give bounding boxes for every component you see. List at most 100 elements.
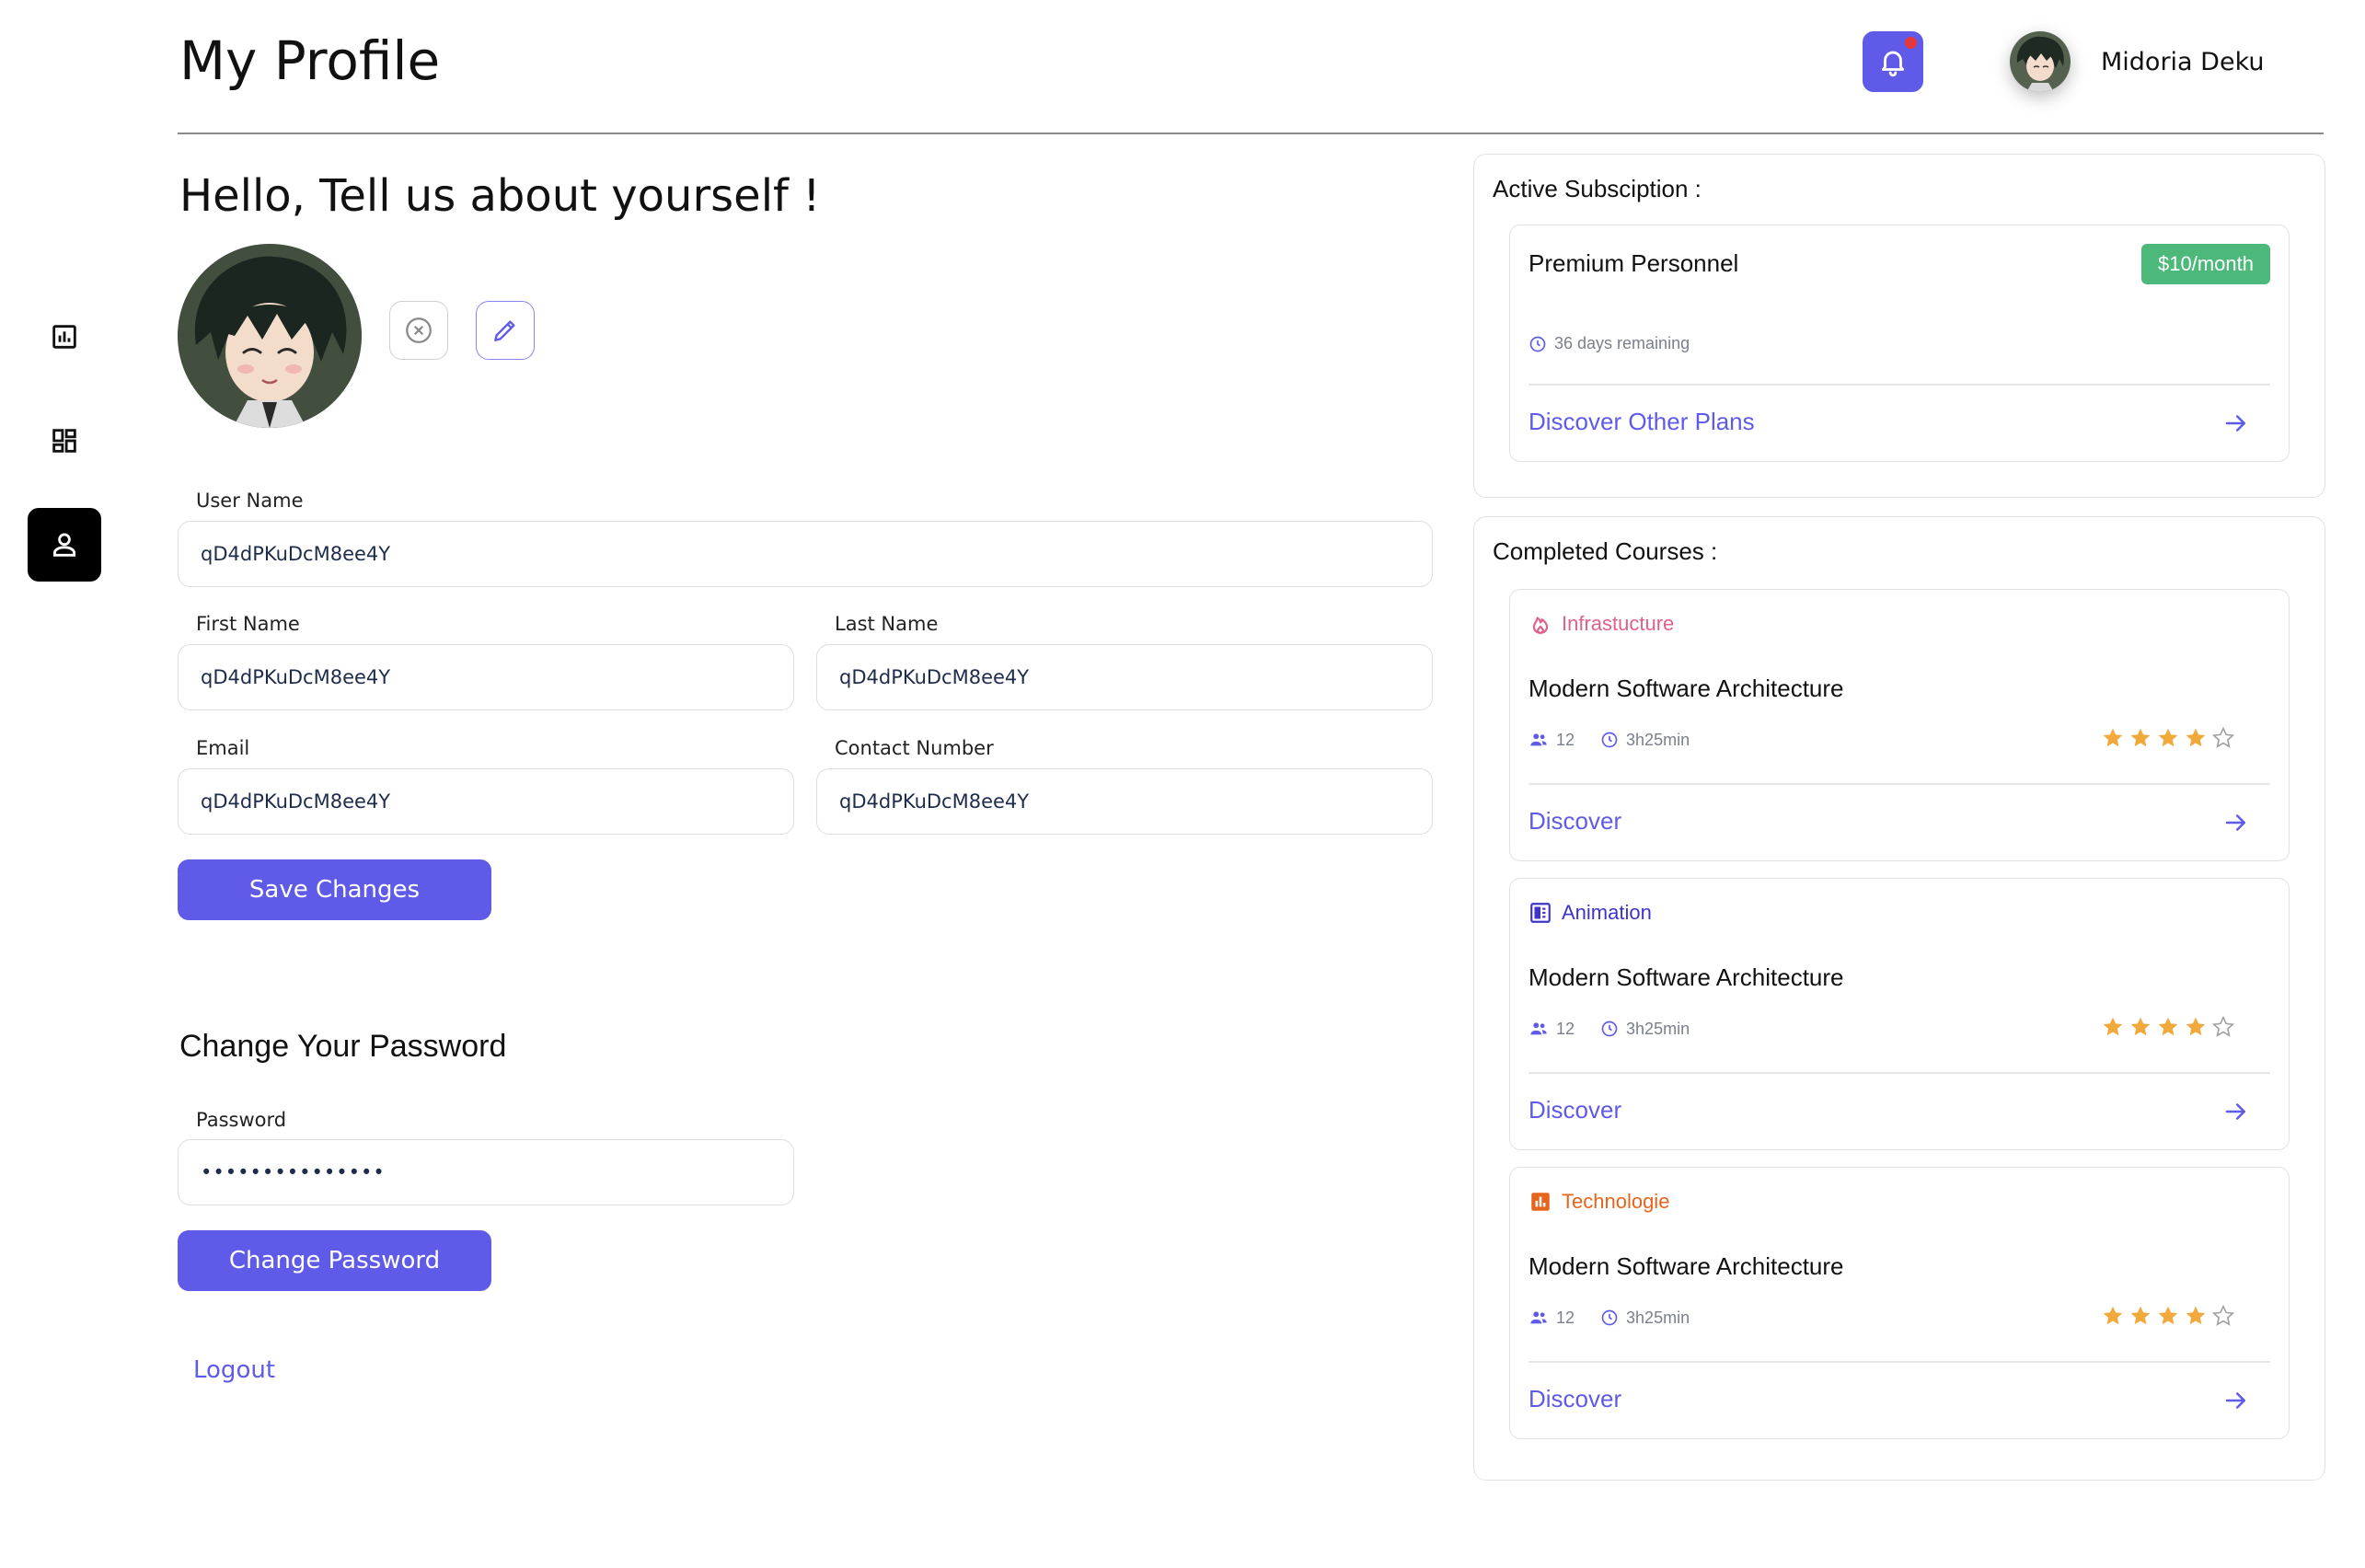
bar-chart-icon	[1531, 1193, 1550, 1211]
profile-heading: Hello, Tell us about yourself !	[179, 170, 821, 222]
change-password-button[interactable]: Change Password	[178, 1230, 491, 1291]
pencil-icon	[494, 320, 515, 341]
course-meta: 12 3h25min	[1529, 1308, 1690, 1328]
first-name-field[interactable]: qD4dPKuDcM8ee4Y	[178, 644, 794, 710]
last-name-field[interactable]: qD4dPKuDcM8ee4Y	[816, 644, 1433, 710]
subscription-title: Active Subsciption :	[1493, 175, 1702, 202]
student-count: 12	[1556, 1019, 1575, 1038]
save-changes-button[interactable]: Save Changes	[178, 859, 491, 920]
arrow-right-icon[interactable]	[2222, 1387, 2250, 1414]
email-field[interactable]: qD4dPKuDcM8ee4Y	[178, 768, 794, 835]
username-field[interactable]: qD4dPKuDcM8ee4Y	[178, 521, 1433, 587]
discover-plans-link[interactable]: Discover Other Plans	[1529, 408, 1755, 436]
star-filled-icon	[2158, 728, 2178, 747]
arrow-right-icon[interactable]	[2222, 1098, 2250, 1125]
star-filled-icon	[2103, 728, 2123, 747]
course-title: Modern Software Architecture	[1529, 674, 1844, 702]
card-divider	[1529, 783, 2270, 785]
username-label: User Name	[196, 490, 304, 512]
logout-link[interactable]: Logout	[193, 1356, 275, 1384]
discover-course-link[interactable]: Discover	[1529, 1096, 1621, 1124]
discover-course-link[interactable]: Discover	[1529, 807, 1621, 836]
star-filled-icon	[2158, 1017, 2178, 1036]
clock-icon	[1601, 1309, 1618, 1326]
star-filled-icon	[2158, 1306, 2178, 1325]
arrow-right-icon[interactable]	[2222, 809, 2250, 836]
password-label: Password	[196, 1109, 287, 1131]
change-password-heading: Change Your Password	[179, 1029, 507, 1064]
flame-icon	[1532, 617, 1549, 634]
star-filled-icon	[2130, 728, 2151, 747]
users-icon	[1530, 733, 1547, 746]
student-count: 12	[1556, 1308, 1575, 1327]
star-empty-icon	[2211, 1015, 2235, 1037]
bar-chart-icon	[52, 325, 76, 349]
course-category-label: Technologie	[1562, 1190, 1670, 1213]
star-filled-icon	[2186, 1306, 2206, 1325]
star-empty-icon	[2211, 726, 2235, 748]
subscription-panel: Active Subsciption : Premium Personnel $…	[1473, 154, 2325, 498]
star-empty-icon	[2211, 1304, 2235, 1326]
sidebar-item-profile[interactable]	[28, 508, 101, 582]
discover-course-link[interactable]: Discover	[1529, 1385, 1621, 1413]
card-divider	[1529, 1072, 2270, 1074]
user-icon	[52, 533, 76, 557]
user-name: Midoria Deku	[2101, 48, 2265, 76]
course-duration: 3h25min	[1626, 1308, 1690, 1327]
last-name-label: Last Name	[835, 613, 939, 635]
star-filled-icon	[2130, 1017, 2151, 1036]
users-icon	[1530, 1311, 1547, 1324]
course-duration: 3h25min	[1626, 1019, 1690, 1038]
course-card: Animation Modern Software Architecture 1…	[1509, 878, 2290, 1150]
course-title: Modern Software Architecture	[1529, 963, 1844, 991]
card-divider	[1529, 1361, 2270, 1363]
rating-stars	[2101, 1015, 2235, 1039]
course-card: Technologie Modern Software Architecture…	[1509, 1167, 2290, 1439]
course-category: Infrastucture	[1529, 612, 1674, 636]
courses-title: Completed Courses :	[1493, 537, 1718, 565]
remove-photo-button[interactable]	[389, 301, 448, 360]
rating-stars	[2101, 1304, 2235, 1328]
bell-icon	[1881, 51, 1905, 77]
users-icon	[1530, 1022, 1547, 1035]
dashboard-grid-icon	[52, 429, 76, 453]
password-field[interactable]: •••••••••••••••	[178, 1139, 794, 1205]
course-category-label: Infrastucture	[1562, 612, 1675, 635]
subscription-card: Premium Personnel $10/month 36 days rema…	[1509, 225, 2290, 462]
sidebar-item-analytics[interactable]	[28, 300, 101, 374]
profile-photo	[178, 244, 362, 428]
notifications-button[interactable]	[1863, 31, 1923, 92]
plan-name: Premium Personnel	[1529, 249, 1739, 277]
course-category-label: Animation	[1562, 901, 1652, 924]
clock-icon	[1601, 1020, 1618, 1037]
contact-number-field[interactable]: qD4dPKuDcM8ee4Y	[816, 768, 1433, 835]
student-count: 12	[1556, 730, 1575, 749]
arrow-right-icon[interactable]	[2222, 409, 2250, 437]
star-filled-icon	[2186, 1017, 2206, 1036]
avatar[interactable]	[2010, 31, 2071, 92]
price-badge: $10/month	[2141, 244, 2270, 284]
close-circle-icon	[406, 317, 432, 343]
course-meta: 12 3h25min	[1529, 730, 1690, 750]
clock-icon	[1529, 336, 1546, 352]
notification-dot	[1905, 37, 1917, 49]
card-divider	[1529, 384, 2270, 386]
course-title: Modern Software Architecture	[1529, 1252, 1844, 1280]
course-category: Technologie	[1529, 1190, 1669, 1214]
sidebar-item-dashboard[interactable]	[28, 404, 101, 478]
rating-stars	[2101, 726, 2235, 750]
contact-number-label: Contact Number	[835, 737, 994, 759]
remaining-days: 36 days remaining	[1529, 334, 1690, 353]
edit-photo-button[interactable]	[476, 301, 535, 360]
course-category: Animation	[1529, 901, 1652, 925]
course-card: Infrastucture Modern Software Architectu…	[1509, 589, 2290, 861]
clock-icon	[1601, 732, 1618, 748]
star-filled-icon	[2103, 1017, 2123, 1036]
star-filled-icon	[2186, 728, 2206, 747]
course-meta: 12 3h25min	[1529, 1019, 1690, 1039]
completed-courses-panel: Completed Courses : Infrastucture Modern…	[1473, 516, 2325, 1481]
remaining-days-text: 36 days remaining	[1554, 334, 1690, 352]
star-filled-icon	[2130, 1306, 2151, 1325]
email-label: Email	[196, 737, 250, 759]
film-icon	[1530, 903, 1551, 923]
